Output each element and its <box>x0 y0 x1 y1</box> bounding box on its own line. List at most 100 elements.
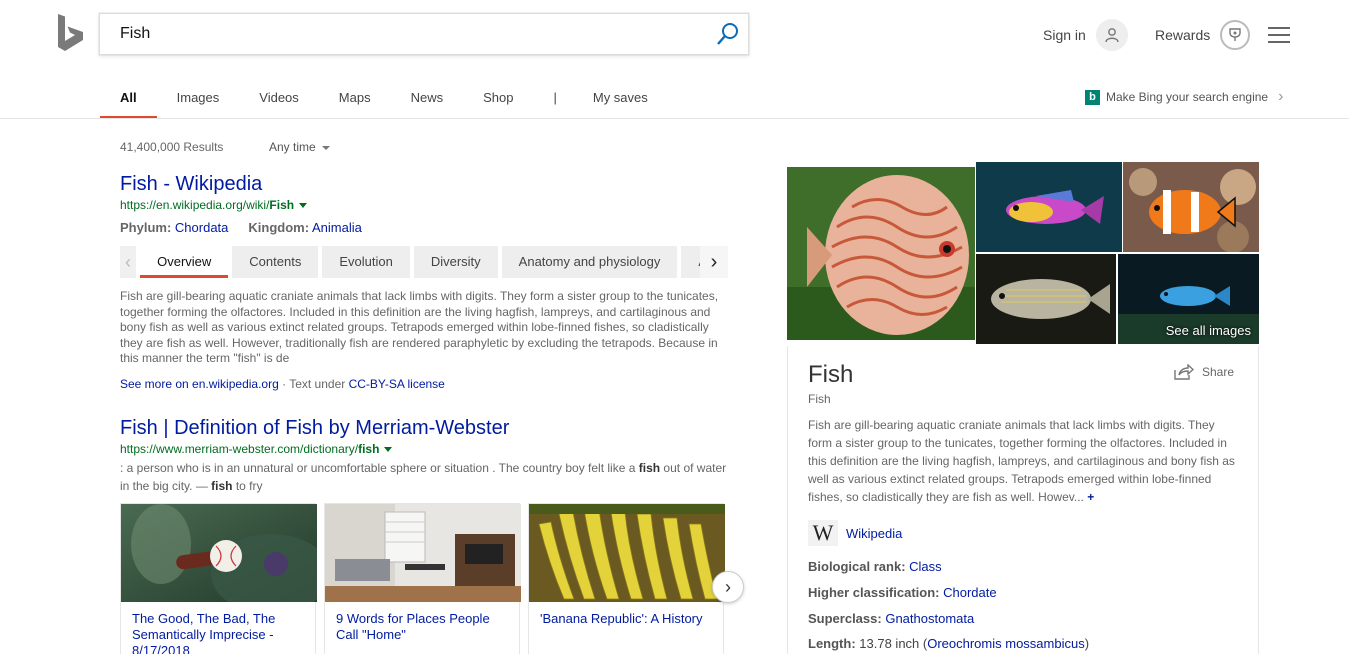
tab-all[interactable]: All <box>100 80 157 119</box>
result-url-bold: Fish <box>269 198 295 212</box>
result-count: 41,400,000 Results <box>120 140 224 154</box>
search-input[interactable] <box>120 14 700 54</box>
fact-label: Biological rank: <box>808 559 906 574</box>
wikipedia-link[interactable]: Wikipedia <box>846 526 902 541</box>
fact-value-link[interactable]: Animalia <box>312 220 362 235</box>
make-default-promo[interactable]: b Make Bing your search engine › <box>1085 88 1283 106</box>
kp-fact-superclass: Superclass: Gnathostomata <box>808 611 974 626</box>
kp-fact-length: Length: 13.78 inch (Oreochromis mossambi… <box>808 636 1089 651</box>
fact-label: Length: <box>808 636 856 651</box>
see-more-line: See more on en.wikipedia.org · Text unde… <box>120 377 445 391</box>
fact-value-link[interactable]: Oreochromis mossambicus <box>927 636 1085 651</box>
sign-in-label: Sign in <box>1043 27 1086 43</box>
result-url-bold: fish <box>358 442 380 456</box>
chevron-right-icon: › <box>1278 88 1284 105</box>
fact-extra: ) <box>1084 636 1090 651</box>
fact-value: 13.78 inch ( <box>859 636 928 651</box>
wiki-section-tabs: ‹ Overview Contents Evolution Diversity … <box>120 246 728 278</box>
wikipedia-icon: W <box>808 520 838 546</box>
gallery-image-clownfish[interactable] <box>1123 162 1259 252</box>
bing-small-icon: b <box>1085 89 1100 105</box>
see-more-mid: · Text under <box>278 377 349 391</box>
gallery-image-blue-fish[interactable]: See all images <box>1118 254 1259 344</box>
promo-label: Make Bing your search engine <box>1106 90 1269 104</box>
result-url-prefix: https://en.wikipedia.org/wiki/ <box>120 198 270 212</box>
tab-contents[interactable]: Contents <box>232 246 319 278</box>
search-icon <box>717 23 738 45</box>
tab-shop[interactable]: Shop <box>483 80 513 118</box>
tab-my-saves[interactable]: My saves <box>593 80 648 118</box>
tab-separator: | <box>553 90 557 105</box>
gallery-image-fairy-wrasse[interactable] <box>976 162 1122 252</box>
header-divider <box>0 118 1349 119</box>
tab-news[interactable]: News <box>411 80 444 118</box>
bing-logo[interactable] <box>56 14 86 54</box>
tab-anatomy[interactable]: Anatomy and physiology <box>501 246 678 278</box>
expand-icon[interactable]: + <box>1087 490 1094 504</box>
image-gallery: See all images <box>787 162 1259 344</box>
snippet-bold: fish <box>211 479 233 493</box>
card-caption: 'Banana Republic': A History <box>540 611 703 626</box>
result-title-link[interactable]: Fish | Definition of Fish by Merriam-Web… <box>120 417 509 440</box>
chevron-right-icon[interactable]: › <box>700 246 728 278</box>
menu-icon[interactable] <box>1268 27 1290 43</box>
result-url-prefix: https://www.merriam-webster.com/dictiona… <box>120 442 359 456</box>
tab-diversity[interactable]: Diversity <box>413 246 498 278</box>
tab-maps[interactable]: Maps <box>339 80 371 118</box>
trophy-icon <box>1220 20 1251 50</box>
share-button[interactable]: Share <box>1174 364 1234 380</box>
sign-in-button[interactable]: Sign in <box>1043 19 1128 51</box>
related-card[interactable]: 'Banana Republic': A History <box>528 503 725 654</box>
kp-source: W Wikipedia <box>808 520 902 546</box>
fact-label: Superclass: <box>808 611 882 626</box>
tab-videos[interactable]: Videos <box>259 80 299 118</box>
fact-value-link[interactable]: Class <box>909 559 942 574</box>
result-snippet: : a person who is in an unnatural or unc… <box>120 459 732 495</box>
caret-down-icon[interactable] <box>299 203 308 209</box>
license-link[interactable]: CC-BY-SA license <box>349 377 445 391</box>
share-icon <box>1174 364 1194 380</box>
user-avatar-icon <box>1095 19 1128 51</box>
kp-fact-classification: Higher classification: Chordate <box>808 585 997 600</box>
share-label: Share <box>1201 365 1234 379</box>
tab-images[interactable]: Images <box>177 80 220 118</box>
tab-evolution[interactable]: Evolution <box>322 246 410 278</box>
search-button[interactable] <box>716 22 740 46</box>
tab-overview[interactable]: Overview <box>140 246 229 278</box>
see-more-link[interactable]: See more on en.wikipedia.org <box>120 377 279 391</box>
card-image-room <box>325 504 521 602</box>
fact-value-link[interactable]: Chordate <box>943 585 996 600</box>
caret-down-icon[interactable] <box>384 447 393 453</box>
fact-phylum: Phylum: Chordata <box>120 220 228 235</box>
fact-value-link[interactable]: Gnathostomata <box>885 611 974 626</box>
card-image-bananas <box>529 504 725 602</box>
related-card[interactable]: The Good, The Bad, The Semantically Impr… <box>120 503 317 654</box>
kp-title: Fish <box>808 361 854 388</box>
result-title-link[interactable]: Fish - Wikipedia <box>120 173 262 196</box>
rewards-label: Rewards <box>1155 27 1211 43</box>
snippet-text: : a person who is in an unnatural or unc… <box>120 461 639 475</box>
gallery-image-bream[interactable] <box>976 254 1116 344</box>
kp-description: Fish are gill-bearing aquatic craniate a… <box>808 416 1240 506</box>
fact-value-link[interactable]: Chordata <box>175 220 228 235</box>
time-filter-dropdown[interactable]: Any time <box>269 140 330 154</box>
snippet-text: to fry <box>232 479 263 493</box>
rewards-button[interactable]: Rewards <box>1155 19 1251 51</box>
fact-label: Phylum: <box>120 220 172 235</box>
search-tabs: All Images Videos Maps News Shop | My sa… <box>100 80 688 119</box>
result-url: https://www.merriam-webster.com/dictiona… <box>120 442 393 456</box>
kp-subtitle: Fish <box>808 392 831 406</box>
card-caption: The Good, The Bad, The Semantically Impr… <box>132 611 276 654</box>
result-facts: Phylum: Chordata Kingdom: Animalia <box>120 220 362 235</box>
kp-fact-rank: Biological rank: Class <box>808 559 942 574</box>
related-card[interactable]: 9 Words for Places People Call "Home" <box>324 503 521 654</box>
time-filter-label: Any time <box>269 140 316 154</box>
fact-label: Kingdom: <box>248 220 310 235</box>
snippet-bold: fish <box>638 461 661 475</box>
gallery-image-discus[interactable] <box>787 167 975 340</box>
fact-label: Higher classification: <box>808 585 940 600</box>
chevron-left-icon[interactable]: ‹ <box>120 246 137 278</box>
see-all-images-link[interactable]: See all images <box>1166 323 1251 338</box>
carousel-next-button[interactable]: › <box>712 571 744 603</box>
card-caption: 9 Words for Places People Call "Home" <box>336 611 490 642</box>
